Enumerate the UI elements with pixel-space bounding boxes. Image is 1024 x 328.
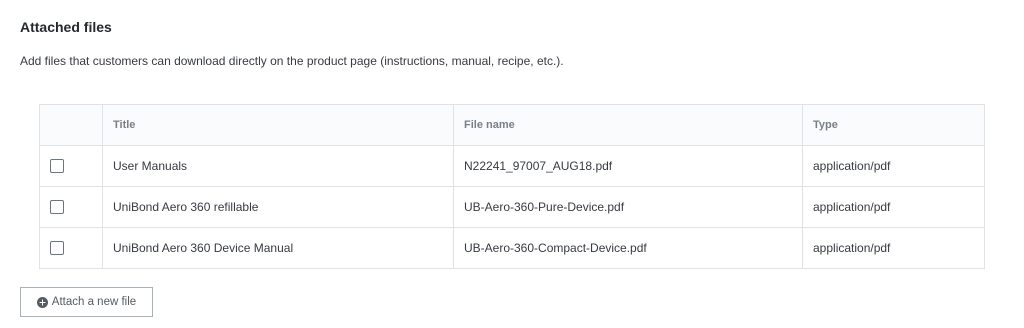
row-file-name: N22241_97007_AUG18.pdf (453, 145, 803, 187)
table-row: UniBond Aero 360 Device Manual UB-Aero-3… (39, 227, 985, 269)
header-title: Title (102, 104, 454, 146)
row-type: application/pdf (802, 145, 985, 187)
section-description: Add files that customers can download di… (20, 54, 564, 68)
row-checkbox[interactable] (50, 200, 64, 215)
attach-new-file-button[interactable]: Attach a new file (20, 287, 153, 317)
attached-files-table: Title File name Type User Manuals N22241… (39, 104, 985, 269)
row-checkbox[interactable] (50, 159, 64, 174)
row-file-name: UB-Aero-360-Pure-Device.pdf (453, 186, 803, 228)
header-file-name: File name (453, 104, 803, 146)
plus-circle-icon (36, 296, 48, 308)
row-title: UniBond Aero 360 Device Manual (102, 227, 454, 269)
section-title: Attached files (20, 19, 112, 35)
row-title: User Manuals (102, 145, 454, 187)
row-select-cell (39, 186, 103, 228)
table-row: User Manuals N22241_97007_AUG18.pdf appl… (39, 145, 985, 187)
row-checkbox[interactable] (50, 241, 64, 256)
row-file-name: UB-Aero-360-Compact-Device.pdf (453, 227, 803, 269)
header-type: Type (802, 104, 985, 146)
table-row: UniBond Aero 360 refillable UB-Aero-360-… (39, 186, 985, 228)
row-select-cell (39, 227, 103, 269)
row-type: application/pdf (802, 227, 985, 269)
table-header-row: Title File name Type (39, 104, 985, 146)
row-type: application/pdf (802, 186, 985, 228)
row-title: UniBond Aero 360 refillable (102, 186, 454, 228)
attach-button-label: Attach a new file (51, 296, 137, 308)
row-select-cell (39, 145, 103, 187)
header-select (39, 104, 103, 146)
